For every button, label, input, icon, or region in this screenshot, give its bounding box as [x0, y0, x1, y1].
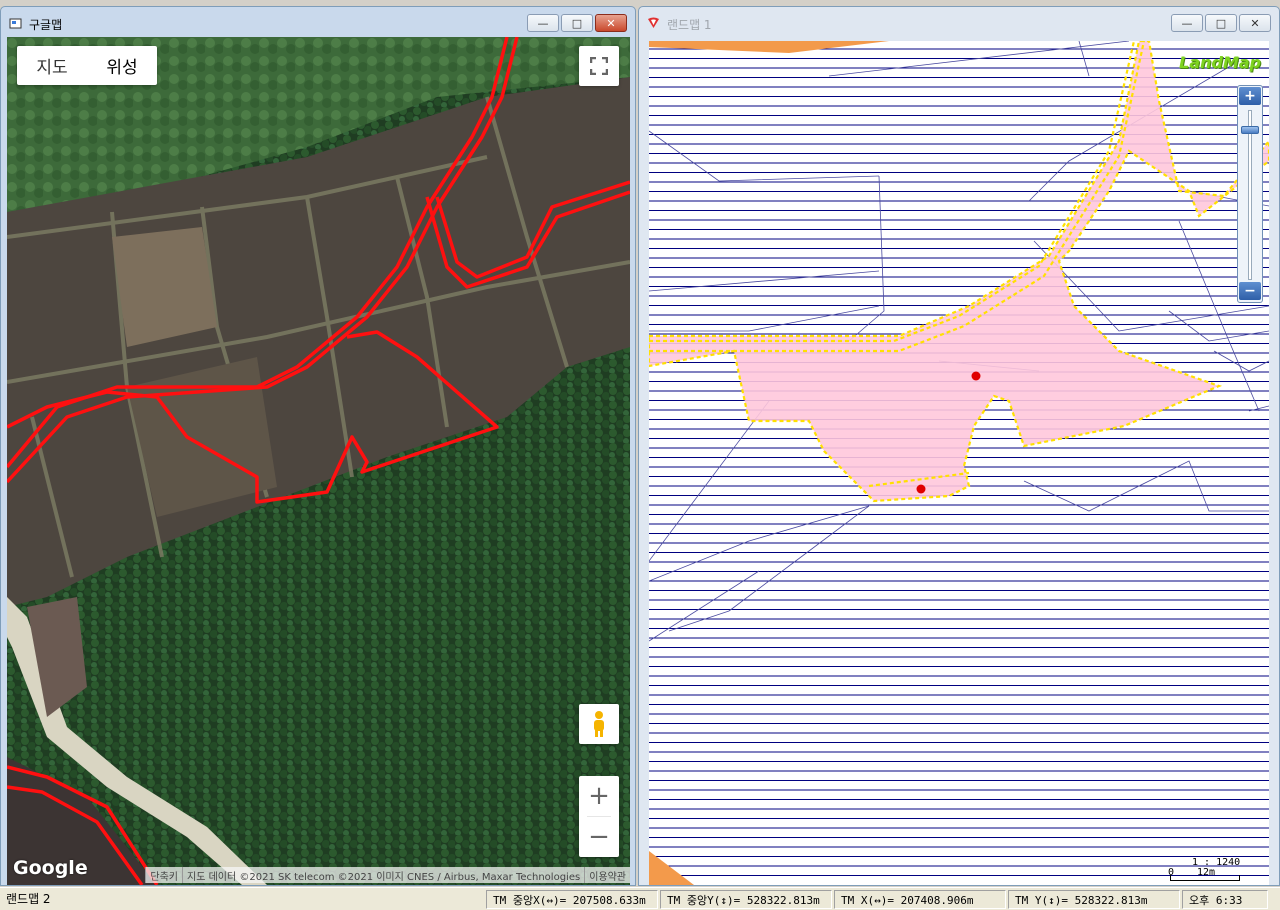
status-bar: 랜드맵 2 TM 중앙X(↔)= 207508.633m TM 중앙Y(↕)= … — [0, 887, 1280, 910]
tm-center-y: TM 중앙Y(↕)= 528322.813m — [660, 889, 832, 909]
map-type-satellite[interactable]: 위성 — [87, 53, 157, 78]
fullscreen-button[interactable] — [579, 46, 619, 86]
title-bar[interactable]: 랜드맵 1 — □ ✕ — [639, 7, 1279, 39]
maximize-button[interactable]: □ — [1205, 14, 1237, 32]
google-logo: Google — [13, 857, 88, 879]
zoom-out-button[interactable]: − — [579, 817, 619, 857]
map-data-credit: 지도 데이터 ©2021 SK telecom ©2021 이미지 CNES /… — [182, 867, 585, 883]
satellite-map[interactable]: 지도 위성 + − Google 단축키 지도 데이터 ©2021 SK tel… — [7, 37, 630, 885]
clock: 오후 6:33 — [1182, 889, 1268, 909]
zoom-in-button[interactable]: + — [579, 776, 619, 816]
map-type-switch: 지도 위성 — [17, 46, 157, 85]
minimize-button[interactable]: — — [1171, 14, 1203, 32]
pegman-icon — [594, 711, 604, 737]
zoom-track[interactable] — [1248, 110, 1252, 280]
zoom-control: + − — [579, 776, 619, 857]
terms-link[interactable]: 이용약관 — [584, 867, 630, 883]
zoom-in-button[interactable]: + — [1239, 87, 1261, 105]
landmap-logo: LandMap — [1179, 53, 1262, 72]
landmap-app-icon — [648, 17, 659, 28]
minimize-button[interactable]: — — [527, 14, 559, 32]
close-button[interactable]: ✕ — [1239, 14, 1271, 32]
tm-x: TM X(↔)= 207408.906m — [834, 889, 1006, 909]
keyboard-shortcuts-link[interactable]: 단축키 — [145, 867, 182, 883]
route-overlay — [7, 37, 630, 885]
tm-y: TM Y(↕)= 528322.813m — [1008, 889, 1180, 909]
zoom-thumb[interactable] — [1241, 126, 1259, 134]
window-title: 구글맵 — [29, 18, 63, 32]
zoom-out-button[interactable]: − — [1239, 282, 1261, 300]
map-attribution: 단축키 지도 데이터 ©2021 SK telecom ©2021 이미지 CN… — [145, 867, 630, 883]
app-icon — [9, 18, 22, 29]
cadastral-drawing — [649, 41, 1269, 885]
title-bar[interactable]: 구글맵 — □ ✕ — [1, 7, 635, 39]
maximize-button[interactable]: □ — [561, 14, 593, 32]
landmap-window: 랜드맵 1 — □ ✕ LandMap + − 1: 1240 0 12m — [638, 6, 1280, 886]
cadastral-map[interactable]: LandMap + − 1 : 1240 0 12m — [649, 41, 1269, 885]
google-map-window: 구글맵 — □ ✕ 지도 위성 + − Google 단축키 지도 데이터 ©2… — [0, 6, 636, 886]
close-button[interactable]: ✕ — [595, 14, 627, 32]
street-view-pegman[interactable] — [579, 704, 619, 744]
tm-center-x: TM 중앙X(↔)= 207508.633m — [486, 889, 658, 909]
window-title: 랜드맵 1 — [667, 18, 712, 32]
fullscreen-icon — [590, 57, 608, 75]
app-name: 랜드맵 2 — [6, 891, 51, 906]
map-type-roadmap[interactable]: 지도 — [17, 53, 87, 78]
zoom-slider[interactable]: + − — [1237, 85, 1263, 303]
